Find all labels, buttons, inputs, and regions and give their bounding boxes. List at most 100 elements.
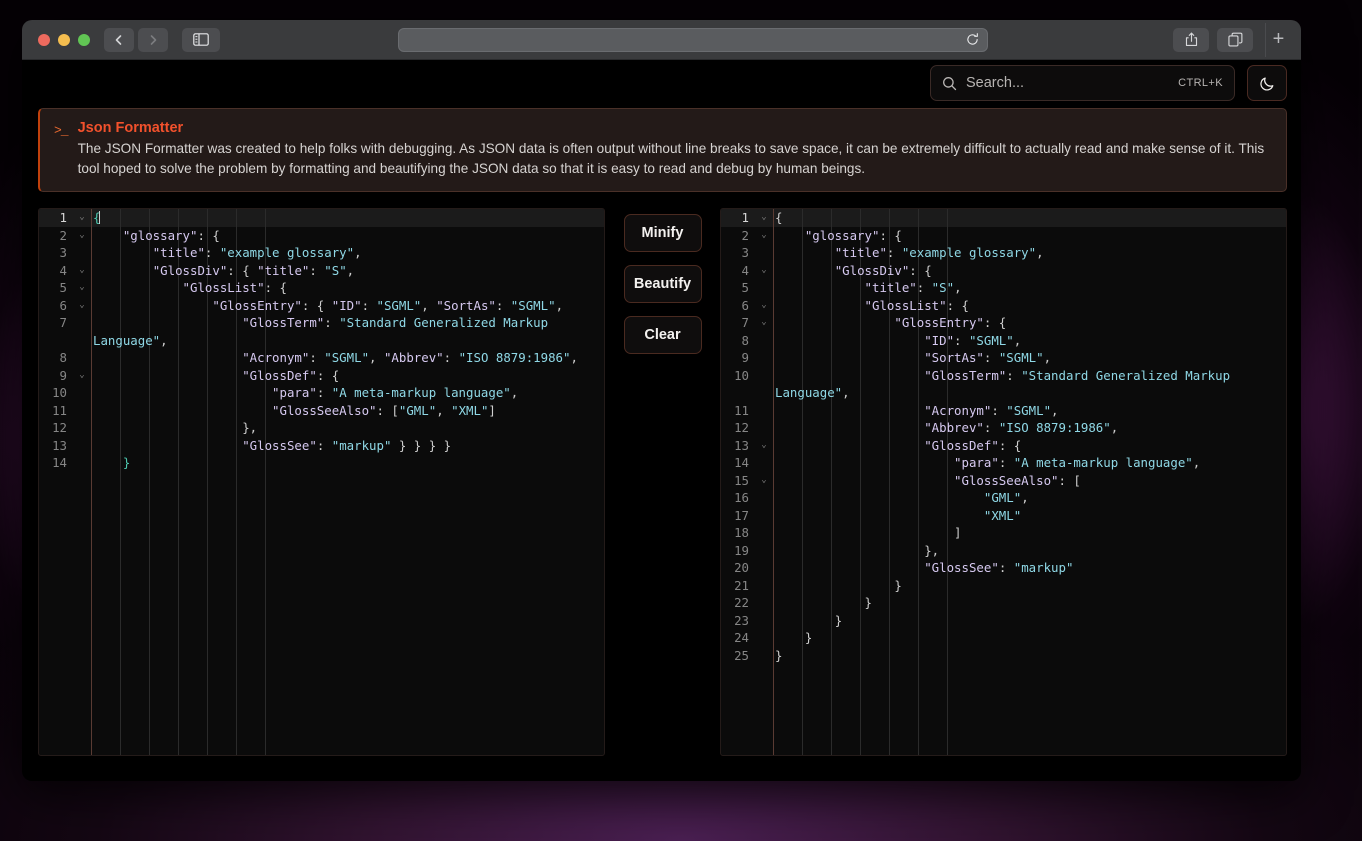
line-number: 14 bbox=[734, 455, 749, 471]
copy-tabs-icon bbox=[1227, 32, 1242, 47]
fold-chevron-icon[interactable]: ⌄ bbox=[73, 367, 91, 385]
code-line[interactable]: 13 ⌄ "GlossDef": { bbox=[721, 437, 1286, 455]
code-line[interactable]: 25} bbox=[721, 647, 1286, 665]
code-line[interactable]: 4 ⌄ "GlossDiv": { "title": "S", bbox=[39, 262, 604, 280]
code-token: : bbox=[998, 560, 1014, 576]
address-bar[interactable] bbox=[398, 27, 988, 52]
code-line[interactable]: 3 "title": "example glossary", bbox=[721, 244, 1286, 262]
fold-chevron-icon[interactable]: ⌄ bbox=[73, 227, 91, 245]
code-text: "title": "example glossary", bbox=[773, 244, 1286, 262]
code-line[interactable]: 12 }, bbox=[39, 419, 604, 437]
code-token: "ISO 8879:1986" bbox=[998, 420, 1111, 436]
code-line[interactable]: 3 "title": "example glossary", bbox=[39, 244, 604, 262]
code-line[interactable]: 10 "GlossTerm": "Standard Generalized Ma… bbox=[721, 367, 1286, 402]
code-line[interactable]: 2 ⌄ "glossary": { bbox=[39, 227, 604, 245]
json-input-editor[interactable]: 1 ⌄{2 ⌄ "glossary": {3 "title": "example g… bbox=[39, 209, 604, 756]
code-token: "GlossDef" bbox=[775, 437, 999, 453]
code-line[interactable]: 20 "GlossSee": "markup" bbox=[721, 559, 1286, 577]
code-line[interactable]: 15 ⌄ "GlossSeeAlso": [ bbox=[721, 472, 1286, 490]
code-line[interactable]: 9 ⌄ "GlossDef": { bbox=[39, 367, 604, 385]
fold-chevron-icon[interactable]: ⌄ bbox=[73, 209, 91, 227]
code-line[interactable]: 17 "XML" bbox=[721, 507, 1286, 525]
beautify-button[interactable]: Beautify bbox=[623, 265, 702, 304]
clear-button[interactable]: Clear bbox=[623, 316, 702, 355]
code-line[interactable]: 6 ⌄ "GlossEntry": { "ID": "SGML", "SortAs… bbox=[39, 297, 604, 315]
code-text: "GlossDiv": { "title": "S", bbox=[91, 262, 591, 280]
fold-chevron-icon[interactable]: ⌄ bbox=[73, 262, 91, 280]
terminal-prompt-icon: >_ bbox=[54, 123, 69, 138]
code-line[interactable]: 18 ] bbox=[721, 524, 1286, 542]
code-line[interactable]: 16 "GML", bbox=[721, 489, 1286, 507]
code-token: "title" bbox=[775, 280, 917, 296]
minimize-window-button[interactable] bbox=[58, 33, 70, 46]
code-line[interactable]: 8 "Acronym": "SGML", "Abbrev": "ISO 8879… bbox=[39, 349, 604, 367]
back-button[interactable] bbox=[104, 27, 134, 52]
fold-chevron-icon[interactable]: ⌄ bbox=[755, 262, 773, 280]
code-line[interactable]: 22 } bbox=[721, 594, 1286, 612]
code-token: , bbox=[369, 350, 384, 366]
sidebar-toggle-button[interactable] bbox=[182, 27, 220, 52]
code-line[interactable]: 1 ⌄{ bbox=[39, 209, 604, 227]
code-token: : bbox=[316, 385, 332, 401]
code-token: : { bbox=[946, 297, 969, 313]
code-line[interactable]: 7 "GlossTerm": "Standard Generalized Mar… bbox=[39, 314, 604, 349]
fold-chevron-icon[interactable]: ⌄ bbox=[73, 279, 91, 297]
fold-chevron-icon[interactable]: ⌄ bbox=[755, 227, 773, 245]
search-box[interactable]: CTRL+K bbox=[930, 65, 1235, 101]
code-line[interactable]: 14 "para": "A meta-markup language", bbox=[721, 454, 1286, 472]
code-text: } bbox=[773, 629, 1286, 647]
code-token: "SGML" bbox=[324, 350, 370, 366]
fold-chevron-icon[interactable]: ⌄ bbox=[755, 297, 773, 315]
share-button[interactable] bbox=[1173, 27, 1209, 52]
code-line[interactable]: 1 ⌄{ bbox=[721, 209, 1286, 227]
code-line[interactable]: 23 } bbox=[721, 612, 1286, 630]
json-output-panel[interactable]: 1 ⌄{2 ⌄ "glossary": {3 "title": "example g… bbox=[720, 208, 1287, 757]
code-line[interactable]: 11 "Acronym": "SGML", bbox=[721, 402, 1286, 420]
dark-mode-toggle-button[interactable] bbox=[1247, 65, 1287, 101]
code-token: "markup" bbox=[1013, 560, 1074, 576]
code-line[interactable]: 13 "GlossSee": "markup" } } } } bbox=[39, 437, 604, 455]
fold-chevron-icon[interactable]: ⌄ bbox=[755, 472, 773, 490]
search-input[interactable] bbox=[966, 75, 1170, 91]
fold-chevron-icon[interactable]: ⌄ bbox=[755, 437, 773, 455]
code-line[interactable]: 4 ⌄ "GlossDiv": { bbox=[721, 262, 1286, 280]
tab-overview-button[interactable] bbox=[1217, 27, 1253, 52]
json-input-panel[interactable]: 1 ⌄{2 ⌄ "glossary": {3 "title": "example g… bbox=[38, 208, 605, 757]
code-token: , bbox=[421, 297, 437, 313]
code-line[interactable]: 12 "Abbrev": "ISO 8879:1986", bbox=[721, 419, 1286, 437]
fold-chevron-icon[interactable]: ⌄ bbox=[755, 209, 773, 227]
json-output-editor[interactable]: 1 ⌄{2 ⌄ "glossary": {3 "title": "example g… bbox=[721, 209, 1286, 756]
code-line[interactable]: 2 ⌄ "glossary": { bbox=[721, 227, 1286, 245]
code-line[interactable]: 8 "ID": "SGML", bbox=[721, 332, 1286, 350]
forward-button[interactable] bbox=[138, 27, 168, 52]
code-line[interactable]: 21 } bbox=[721, 577, 1286, 595]
code-line[interactable]: 14 } bbox=[39, 454, 604, 472]
code-line[interactable]: 10 "para": "A meta-markup language", bbox=[39, 384, 604, 402]
code-line[interactable]: 9 "SortAs": "SGML", bbox=[721, 349, 1286, 367]
minify-button[interactable]: Minify bbox=[623, 214, 702, 253]
code-line[interactable]: 19 }, bbox=[721, 542, 1286, 560]
code-line[interactable]: 6 ⌄ "GlossList": { bbox=[721, 297, 1286, 315]
close-window-button[interactable] bbox=[38, 33, 50, 46]
code-line[interactable]: 5 ⌄ "GlossList": { bbox=[39, 279, 604, 297]
fold-chevron-icon[interactable]: ⌄ bbox=[73, 297, 91, 315]
code-text: "GlossSee": "markup" bbox=[773, 559, 1286, 577]
new-tab-button[interactable]: + bbox=[1265, 22, 1291, 57]
fold-chevron-icon[interactable]: ⌄ bbox=[755, 314, 773, 332]
code-line[interactable]: 7 ⌄ "GlossEntry": { bbox=[721, 314, 1286, 332]
code-text: "GlossEntry": { "ID": "SGML", "SortAs": … bbox=[91, 297, 591, 315]
code-text: "Acronym": "SGML", bbox=[773, 402, 1286, 420]
reload-icon[interactable] bbox=[966, 33, 979, 46]
code-token: : bbox=[991, 402, 1007, 418]
code-token: "GlossDiv" bbox=[775, 262, 910, 278]
code-text: "Abbrev": "ISO 8879:1986", bbox=[773, 419, 1286, 437]
code-line[interactable]: 24 } bbox=[721, 629, 1286, 647]
code-token: : bbox=[983, 420, 999, 436]
line-number: 25 bbox=[734, 647, 749, 663]
code-line[interactable]: 5 "title": "S", bbox=[721, 279, 1286, 297]
maximize-window-button[interactable] bbox=[78, 33, 90, 46]
code-line[interactable]: 11 "GlossSeeAlso": ["GML", "XML"] bbox=[39, 402, 604, 420]
